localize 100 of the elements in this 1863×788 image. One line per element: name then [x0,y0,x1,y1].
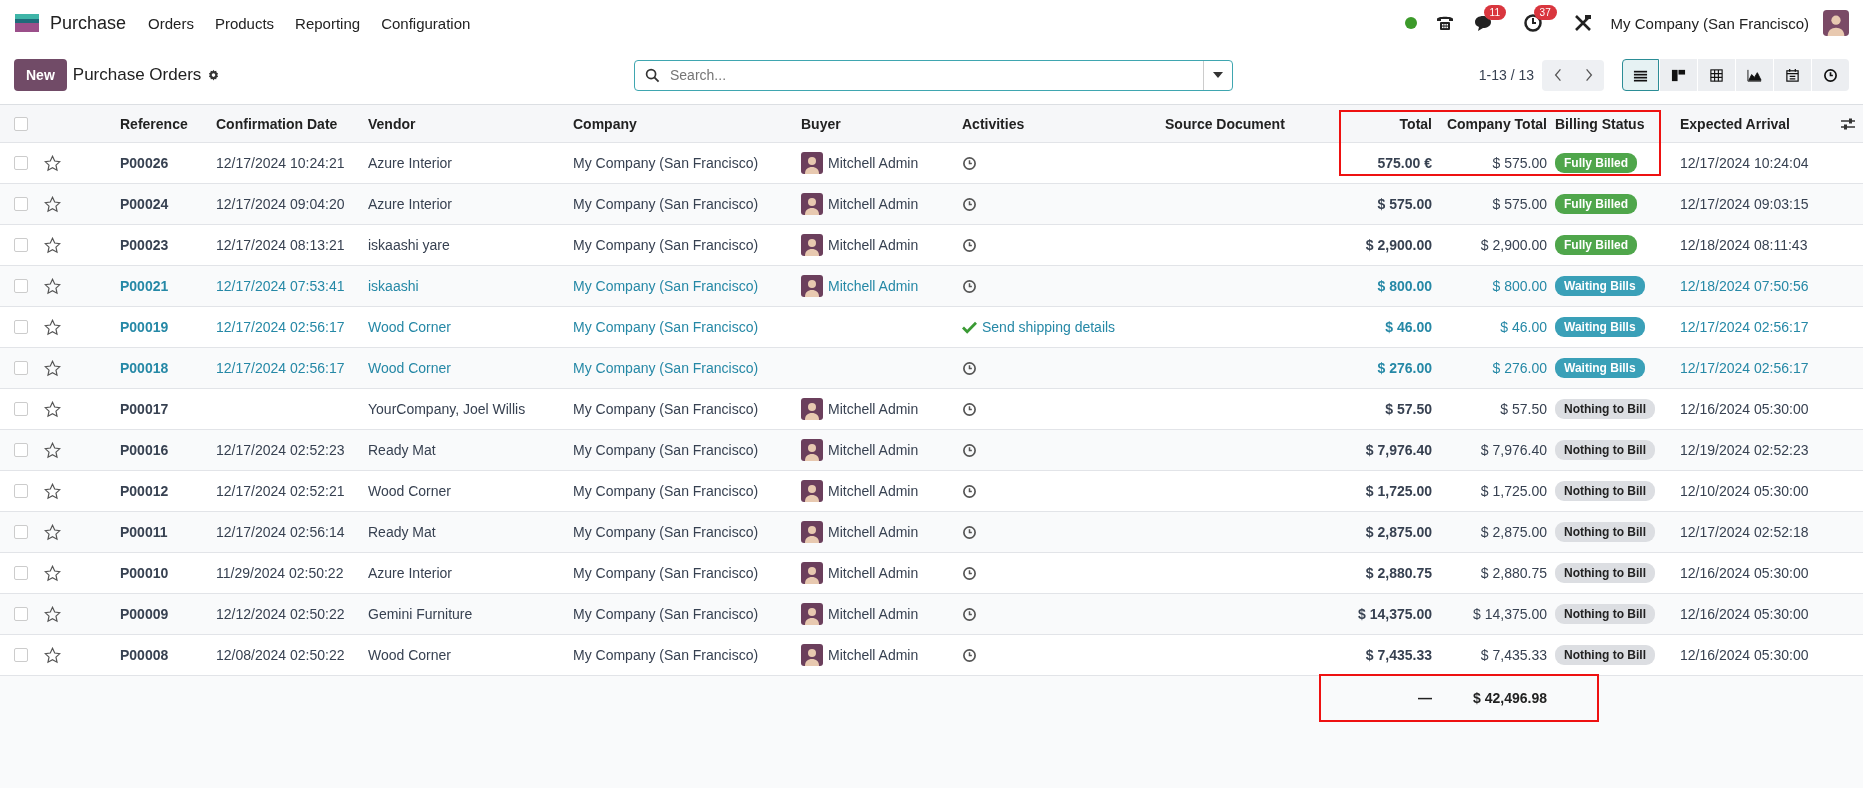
expected-arrival-cell: 12/17/2024 10:24:04 [1680,155,1809,171]
date-cell: 12/12/2024 02:50:22 [216,606,345,622]
reference-cell[interactable]: P00016 [120,442,169,458]
row-checkbox[interactable] [14,607,28,621]
clock-icon[interactable] [962,196,977,212]
clock-icon[interactable] [962,483,977,499]
reference-cell[interactable]: P00012 [120,483,169,499]
app-name[interactable]: Purchase [50,12,127,34]
date-cell: 12/17/2024 02:56:17 [216,360,345,376]
clock-icon[interactable] [962,524,977,540]
star-icon[interactable] [44,195,61,213]
settings-icon[interactable] [207,68,221,82]
optional-columns-icon[interactable] [1840,116,1856,131]
search-input[interactable]: Search... [668,66,1203,84]
reference-cell[interactable]: P00019 [120,319,169,335]
select-all-checkbox[interactable] [14,116,28,131]
reference-cell[interactable]: P00010 [120,565,169,581]
company-total-cell: $ 7,435.33 [1480,647,1547,663]
new-button[interactable]: New [14,59,67,91]
column-header[interactable]: Company [573,115,637,132]
kanban-view-button[interactable] [1660,59,1697,91]
reference-cell[interactable]: P00023 [120,237,169,253]
column-header[interactable]: Company Total [1446,115,1547,132]
star-icon[interactable] [44,236,61,254]
pivot-view-button[interactable] [1698,59,1735,91]
column-header[interactable]: Expected Arrival [1680,115,1790,132]
app-logo-icon[interactable] [14,14,40,32]
star-icon[interactable] [44,154,61,172]
page-title[interactable]: Purchase Orders [72,65,202,85]
star-icon[interactable] [44,441,61,459]
star-icon[interactable] [44,277,61,295]
row-checkbox[interactable] [14,238,28,252]
star-icon[interactable] [44,359,61,377]
company-total-cell: $ 1,725.00 [1480,483,1547,499]
clock-icon[interactable] [962,155,977,171]
graph-view-button[interactable] [1736,59,1773,91]
column-header[interactable]: Vendor [368,115,416,132]
date-cell: 12/08/2024 02:50:22 [216,647,345,663]
reference-cell[interactable]: P00021 [120,278,169,294]
clock-icon[interactable] [962,565,977,581]
pager-value[interactable]: 1-13 / 13 [1478,67,1534,83]
column-header[interactable]: Confirmation Date [216,115,338,132]
company-cell: My Company (San Francisco) [573,237,759,253]
reference-cell[interactable]: P00009 [120,606,169,622]
star-icon[interactable] [44,646,61,664]
clock-icon[interactable] [962,278,977,294]
menu-item[interactable]: Reporting [295,14,361,32]
clock-icon[interactable] [962,442,977,458]
reference-cell[interactable]: P00008 [120,647,169,663]
column-header[interactable]: Reference [120,115,188,132]
star-icon[interactable] [44,605,61,623]
menu-item[interactable]: Products [214,14,275,32]
clock-icon[interactable] [962,647,977,663]
buyer-cell: Mitchell Admin [828,565,919,581]
reference-cell[interactable]: P00011 [120,524,168,540]
reference-cell[interactable]: P00026 [120,155,169,171]
clock-icon[interactable] [962,237,977,253]
row-checkbox[interactable] [14,525,28,539]
activity-view-button[interactable] [1812,59,1849,91]
row-checkbox[interactable] [14,648,28,662]
company-switcher[interactable]: My Company (San Francisco) [1610,14,1809,32]
star-icon[interactable] [44,482,61,500]
column-header[interactable]: Buyer [801,115,841,132]
column-header[interactable]: Total [1399,115,1432,132]
clock-icon[interactable] [962,360,977,376]
column-header[interactable]: Billing Status [1555,115,1645,132]
row-checkbox[interactable] [14,197,28,211]
row-checkbox[interactable] [14,402,28,416]
vendor-cell: iskaashi [368,278,419,294]
star-icon[interactable] [44,564,61,582]
activity-link[interactable]: Send shipping details [982,319,1116,335]
clock-icon[interactable] [962,401,977,417]
row-checkbox[interactable] [14,320,28,334]
row-checkbox[interactable] [14,156,28,170]
total-cell: $ 276.00 [1377,360,1432,376]
column-header[interactable]: Source Document [1165,115,1285,132]
reference-cell[interactable]: P00017 [120,401,169,417]
tools-icon[interactable] [1572,13,1593,33]
total-cell: $ 7,435.33 [1365,647,1432,663]
reference-cell[interactable]: P00024 [120,196,169,212]
list-view-button[interactable] [1622,59,1659,91]
star-icon[interactable] [44,318,61,336]
row-checkbox[interactable] [14,566,28,580]
caret-icon[interactable] [1213,72,1223,78]
search-field[interactable]: Search... [634,59,1233,91]
row-checkbox[interactable] [14,279,28,293]
clock-icon[interactable] [962,606,977,622]
reference-cell[interactable]: P00018 [120,360,169,376]
menu-item[interactable]: Configuration [381,14,471,32]
row-checkbox[interactable] [14,443,28,457]
star-icon[interactable] [44,400,61,418]
row-checkbox[interactable] [14,484,28,498]
column-header[interactable]: Activities [962,115,1025,132]
star-icon[interactable] [44,523,61,541]
graph-view-icon [1747,67,1762,83]
calendar-view-button[interactable] [1774,59,1811,91]
menu-item[interactable]: Orders [148,14,194,32]
user-avatar[interactable] [1823,10,1849,36]
vendor-cell: Ready Mat [368,524,436,540]
row-checkbox[interactable] [14,361,28,375]
